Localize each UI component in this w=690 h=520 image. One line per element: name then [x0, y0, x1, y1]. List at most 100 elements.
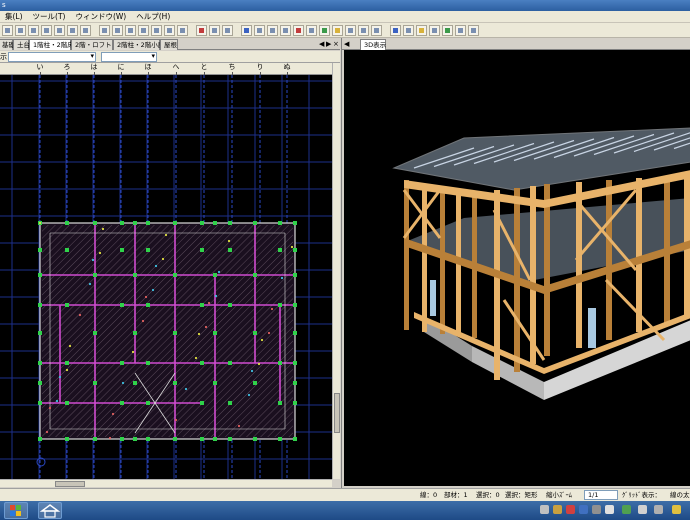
list-icon[interactable]: [358, 24, 369, 36]
print-icon[interactable]: [41, 24, 52, 36]
horizontal-scroll-thumb[interactable]: [55, 481, 85, 487]
pan-icon[interactable]: [125, 24, 136, 36]
table-icon[interactable]: [345, 24, 356, 36]
tray-icon[interactable]: [672, 505, 681, 514]
house-app-icon: [39, 504, 61, 518]
dropdown-icon[interactable]: [468, 24, 479, 36]
tab-close-icon[interactable]: ×: [333, 39, 339, 49]
post-icon[interactable]: [319, 24, 330, 36]
annotation-dot: [290, 245, 294, 249]
tab-sill[interactable]: 土台: [13, 39, 30, 50]
calculator-icon[interactable]: [280, 24, 291, 36]
grid-icon[interactable]: [138, 24, 149, 36]
taskbar-app-button[interactable]: [38, 502, 62, 519]
layer-icon[interactable]: [222, 24, 233, 36]
mode-select[interactable]: [101, 52, 157, 62]
cut-icon[interactable]: [209, 24, 220, 36]
menu-window[interactable]: ウィンドウ(W): [70, 11, 131, 23]
menu-edit[interactable]: 集(L): [0, 11, 28, 23]
post-marker: [228, 303, 232, 307]
tab-3d-view[interactable]: 3D表示: [360, 39, 386, 50]
vertical-scroll-thumb[interactable]: [334, 393, 340, 433]
post-marker: [146, 401, 150, 405]
post-marker: [93, 273, 97, 277]
beam-icon[interactable]: [332, 24, 343, 36]
post-marker: [93, 331, 97, 335]
paint-icon[interactable]: [293, 24, 304, 36]
tab-prev-icon[interactable]: ◀: [319, 39, 324, 49]
settings-icon[interactable]: [267, 24, 278, 36]
tray-icon[interactable]: [654, 505, 663, 514]
post-marker: [38, 401, 42, 405]
menu-help[interactable]: ヘルプ(H): [131, 11, 175, 23]
undo-icon[interactable]: [99, 24, 110, 36]
delete-icon[interactable]: [196, 24, 207, 36]
layers-icon[interactable]: [429, 24, 440, 36]
post-marker: [146, 221, 150, 225]
view3d-canvas[interactable]: [344, 50, 690, 486]
tray-icon[interactable]: [579, 505, 588, 514]
zoom-out-icon[interactable]: [164, 24, 175, 36]
tab-foundation[interactable]: 基礎: [0, 39, 15, 50]
redo-icon[interactable]: [112, 24, 123, 36]
windows-logo-icon: [10, 505, 21, 516]
tab-floor2-loft[interactable]: 2階・ロフト: [71, 39, 113, 50]
plan-canvas[interactable]: [0, 75, 332, 479]
document-icon[interactable]: [254, 24, 265, 36]
tray-icon[interactable]: [592, 505, 601, 514]
tab-next-icon[interactable]: ▶: [326, 39, 331, 49]
grid-axis-label: り: [256, 63, 264, 71]
window-icon[interactable]: [371, 24, 382, 36]
post-marker: [173, 331, 177, 335]
tray-icon[interactable]: [540, 505, 549, 514]
tree-icon[interactable]: [442, 24, 453, 36]
post-marker: [213, 381, 217, 385]
tray-icon[interactable]: [566, 505, 575, 514]
tray-icon[interactable]: [553, 505, 562, 514]
grid-axis-label: へ: [172, 63, 180, 71]
layer-select[interactable]: [8, 52, 96, 62]
post-marker: [200, 361, 204, 365]
annotation-dot: [270, 307, 274, 311]
post-marker: [93, 221, 97, 225]
folder-icon[interactable]: [416, 24, 427, 36]
post-marker: [293, 381, 297, 385]
zoom-window-icon[interactable]: [177, 24, 188, 36]
preview-icon[interactable]: [54, 24, 65, 36]
new-file-icon[interactable]: [2, 24, 13, 36]
plan-vertical-scrollbar[interactable]: [332, 63, 340, 479]
view3d-tab-prev-icon[interactable]: ◀: [344, 39, 349, 49]
tray-icon[interactable]: [622, 505, 631, 514]
sheet-icon[interactable]: [403, 24, 414, 36]
post-marker: [173, 221, 177, 225]
view-3d-icon[interactable]: [390, 24, 401, 36]
annotation-dot: [131, 350, 135, 354]
tab-floor2-roofframe[interactable]: 2階柱・2階小屋: [113, 39, 164, 50]
eraser-icon[interactable]: [306, 24, 317, 36]
annotation-dot: [247, 393, 251, 397]
copy-icon[interactable]: [80, 24, 91, 36]
search-icon[interactable]: [241, 24, 252, 36]
save-icon[interactable]: [28, 24, 39, 36]
grid-axis-label: ろ: [63, 63, 71, 71]
annotation-dot: [78, 313, 82, 317]
menu-tools[interactable]: ツール(T): [28, 11, 71, 23]
post-marker: [278, 221, 282, 225]
start-button[interactable]: [4, 502, 28, 519]
annotation-dot: [68, 344, 72, 348]
post-marker: [146, 361, 150, 365]
tray-icon[interactable]: [638, 505, 647, 514]
plan-pane: 基礎 土台 1階柱・2階床 2階・ロフト 2階柱・2階小屋 屋根 ◀ ▶ × 示…: [0, 38, 340, 488]
monitor-icon[interactable]: [455, 24, 466, 36]
wall-post: [404, 180, 409, 330]
open-file-icon[interactable]: [15, 24, 26, 36]
plan-horizontal-scrollbar[interactable]: [0, 479, 332, 487]
tab-roof[interactable]: 屋根: [160, 39, 178, 50]
layer-row: 示: [0, 51, 340, 63]
text-icon[interactable]: [67, 24, 78, 36]
tab-floor1-post[interactable]: 1階柱・2階床: [29, 39, 74, 50]
zoom-ratio-select[interactable]: 1/1: [584, 490, 618, 500]
tray-icon[interactable]: [605, 505, 614, 514]
zoom-in-icon[interactable]: [151, 24, 162, 36]
annotation-dot: [108, 436, 112, 440]
